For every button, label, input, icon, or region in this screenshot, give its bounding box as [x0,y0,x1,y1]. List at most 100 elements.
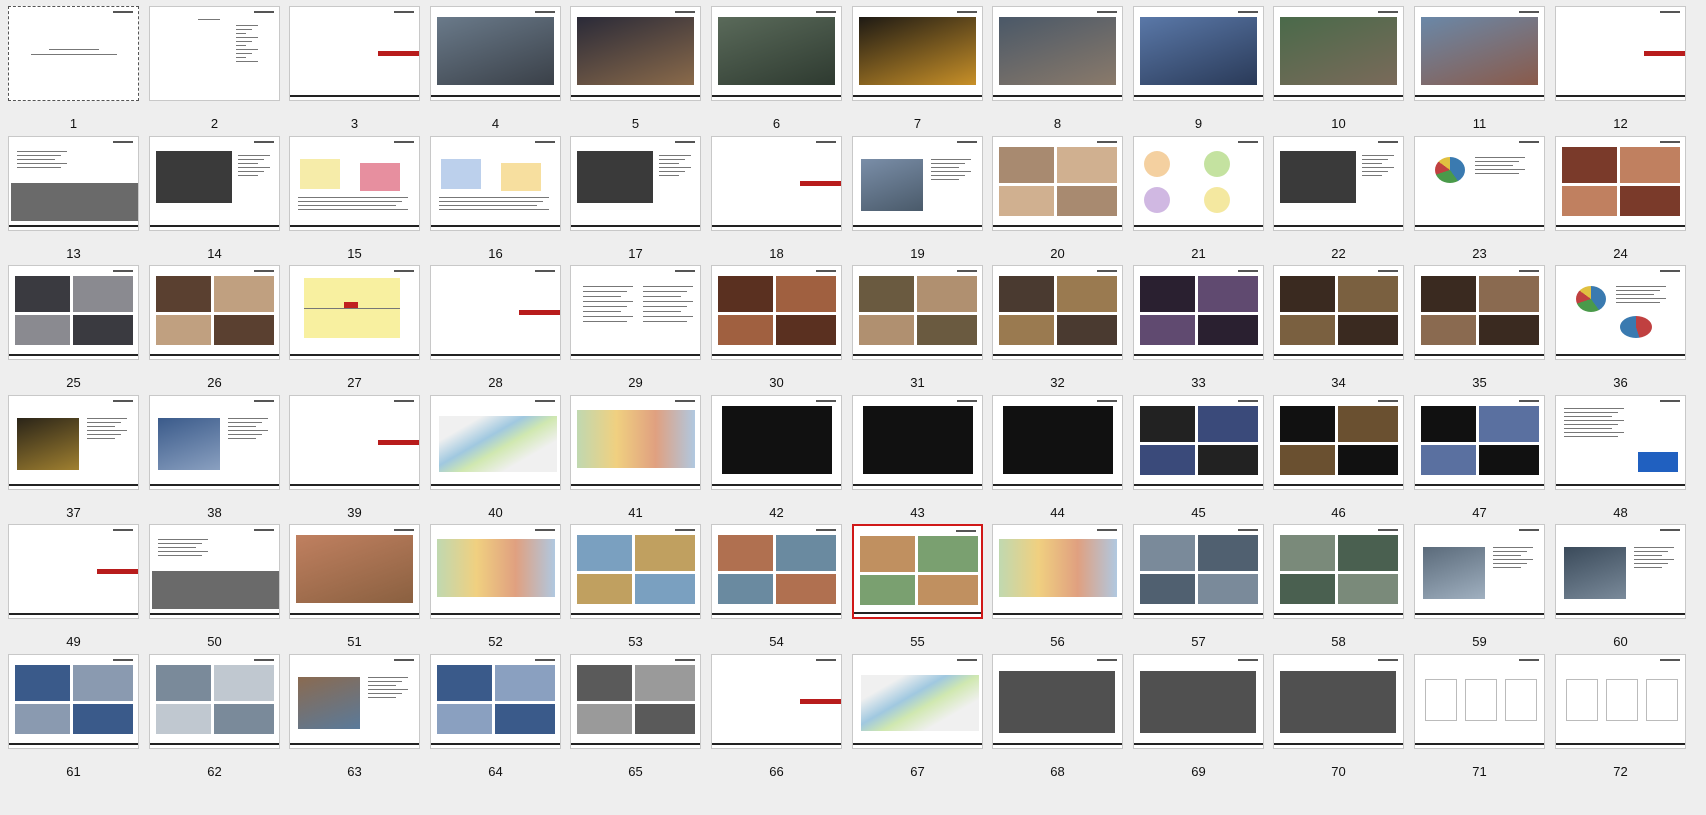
slide-thumbnail-52[interactable] [430,524,561,619]
slide-thumbnail-21[interactable] [1133,136,1264,231]
slide-thumbnail-58[interactable] [1273,524,1404,619]
slide-thumbnail-32[interactable] [992,265,1123,360]
slide-thumbnail-69[interactable] [1133,654,1264,749]
slide-footer-bar [1415,95,1544,97]
slide-thumbnail-7[interactable] [852,6,983,101]
slide-thumbnail-53[interactable] [570,524,701,619]
slide-thumbnail-39[interactable] [289,395,420,490]
slide-thumbnail-16[interactable] [430,136,561,231]
slide-thumbnail-33[interactable] [1133,265,1264,360]
slide-thumbnail-66[interactable] [711,654,842,749]
slide-thumbnail-25[interactable] [8,265,139,360]
slide-thumbnail-49[interactable] [8,524,139,619]
image [1421,406,1476,442]
image [860,575,915,605]
slide-header-mark [1378,400,1398,402]
slide-thumbnail-70[interactable] [1273,654,1404,749]
slide-thumbnail-30[interactable] [711,265,842,360]
slide-thumbnail-51[interactable] [289,524,420,619]
slide-thumbnail-71[interactable] [1414,654,1545,749]
text-line [87,422,121,423]
slide-thumbnail-10[interactable] [1273,6,1404,101]
slide-thumbnail-35[interactable] [1414,265,1545,360]
slide-footer-bar [1274,354,1403,356]
text-line [236,41,252,42]
slide-thumbnail-8[interactable] [992,6,1123,101]
text-line [1564,436,1618,437]
slide-thumbnail-72[interactable] [1555,654,1686,749]
image [156,315,211,345]
slide-thumbnail-44[interactable] [992,395,1123,490]
slide-thumbnail-13[interactable] [8,136,139,231]
slide-thumbnail-50[interactable] [149,524,280,619]
text-line [368,677,408,678]
slide-thumbnail-56[interactable] [992,524,1123,619]
slide-number-label: 6 [772,116,781,131]
slide-header-mark [1097,400,1117,402]
slide-thumbnail-46[interactable] [1273,395,1404,490]
slide-thumbnail-12[interactable] [1555,6,1686,101]
slide-thumbnail-59[interactable] [1414,524,1545,619]
slide-thumbnail-65[interactable] [570,654,701,749]
slide-thumbnail-61[interactable] [8,654,139,749]
slide-thumbnail-41[interactable] [570,395,701,490]
slide-thumbnail-54[interactable] [711,524,842,619]
slide-thumbnail-3[interactable] [289,6,420,101]
image [776,315,836,345]
slide-thumbnail-48[interactable] [1555,395,1686,490]
slide-thumbnail-42[interactable] [711,395,842,490]
slide-thumbnail-27[interactable] [289,265,420,360]
slide-thumbnail-11[interactable] [1414,6,1545,101]
slide-thumbnail-2[interactable] [149,6,280,101]
slide-number-label: 54 [769,634,784,649]
image [577,665,632,701]
slide-thumbnail-40[interactable] [430,395,561,490]
slide-thumbnail-67[interactable] [852,654,983,749]
slide-thumbnail-57[interactable] [1133,524,1264,619]
map-image [152,571,279,609]
slide-thumbnail-24[interactable] [1555,136,1686,231]
slide-thumbnail-4[interactable] [430,6,561,101]
slide-thumbnail-68[interactable] [992,654,1123,749]
image [495,665,555,701]
slide-thumbnail-64[interactable] [430,654,561,749]
slide-thumbnail-55[interactable] [852,524,983,619]
text-line [1493,567,1521,568]
slide-thumbnail-1[interactable] [8,6,139,101]
slide-thumbnail-19[interactable] [852,136,983,231]
slide-thumbnail-14[interactable] [149,136,280,231]
slide-thumbnail-47[interactable] [1414,395,1545,490]
slide-thumbnail-43[interactable] [852,395,983,490]
slide-thumbnail-9[interactable] [1133,6,1264,101]
slide-thumbnail-36[interactable] [1555,265,1686,360]
slide-thumbnail-23[interactable] [1414,136,1545,231]
slide-thumbnail-34[interactable] [1273,265,1404,360]
slide-footer-bar [1274,743,1403,745]
image [1198,406,1258,442]
slide-thumbnail-22[interactable] [1273,136,1404,231]
slide-thumbnail-20[interactable] [992,136,1123,231]
slide-thumbnail-17[interactable] [570,136,701,231]
slide-thumbnail-31[interactable] [852,265,983,360]
slide-thumbnail-45[interactable] [1133,395,1264,490]
slide-number-label: 68 [1050,764,1065,779]
image [1140,535,1195,571]
slide-thumbnail-60[interactable] [1555,524,1686,619]
slide-footer-bar [712,95,841,97]
slide-footer-bar [290,484,419,486]
slide-header-mark [1378,529,1398,531]
rendering-image [1280,17,1397,85]
slide-thumbnail-26[interactable] [149,265,280,360]
slide-thumbnail-38[interactable] [149,395,280,490]
slide-thumbnail-29[interactable] [570,265,701,360]
slide-thumbnail-5[interactable] [570,6,701,101]
slide-thumbnail-6[interactable] [711,6,842,101]
slide-thumbnail-18[interactable] [711,136,842,231]
text-line [439,205,537,206]
text-line [87,418,127,419]
slide-thumbnail-15[interactable] [289,136,420,231]
slide-thumbnail-28[interactable] [430,265,561,360]
slide-thumbnail-37[interactable] [8,395,139,490]
slide-thumbnail-63[interactable] [289,654,420,749]
slide-thumbnail-62[interactable] [149,654,280,749]
